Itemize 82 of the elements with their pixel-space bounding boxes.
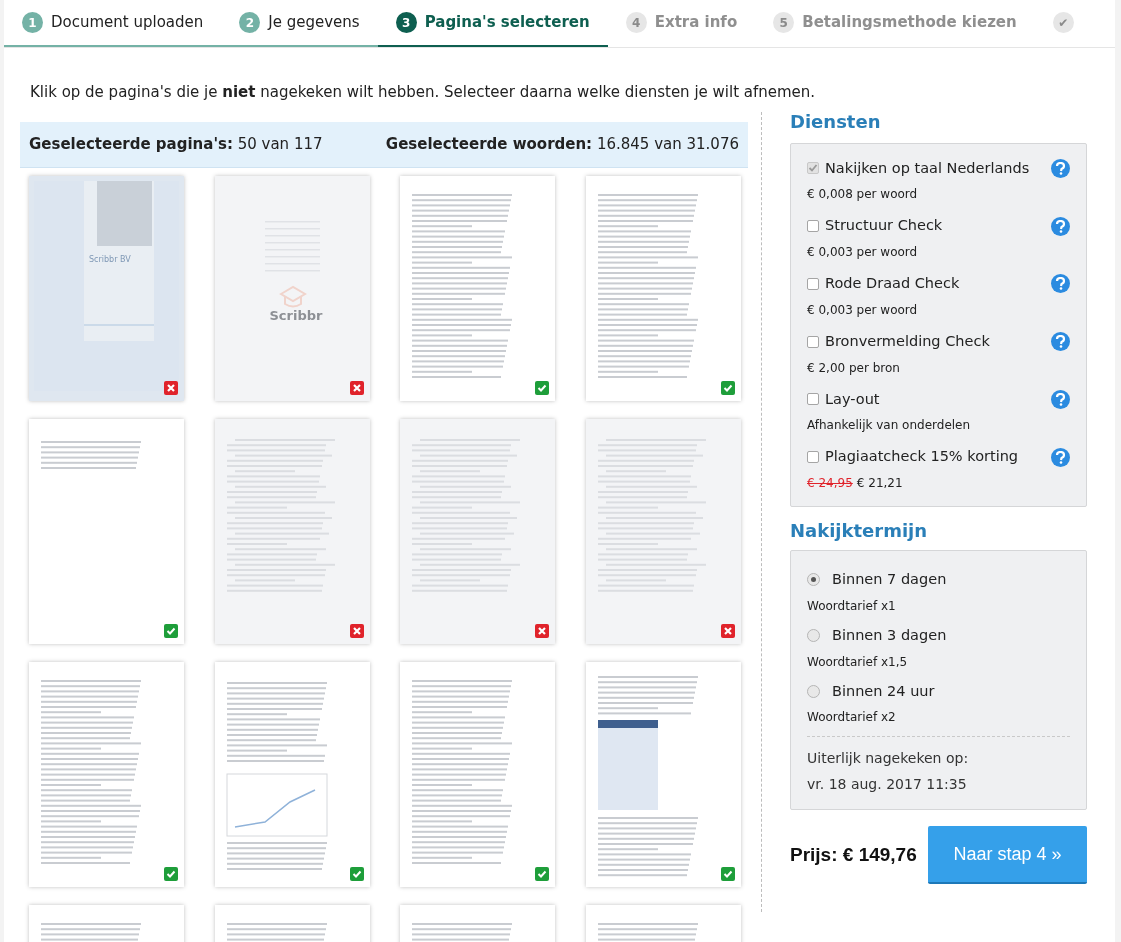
step-label: Je gegevens xyxy=(268,12,360,34)
close-icon[interactable] xyxy=(535,623,549,638)
close-icon[interactable] xyxy=(349,380,364,395)
services-heading: Diensten xyxy=(790,109,882,134)
page-title: Scribbr xyxy=(269,306,323,325)
deadline-date: vr. 18 aug. 2017 11:35 xyxy=(807,775,968,795)
step-label: Extra info xyxy=(654,12,738,34)
checkbox[interactable] xyxy=(807,393,819,406)
page-thumbnail[interactable] xyxy=(400,661,555,887)
service-price: € 0,003 per woord xyxy=(807,301,918,319)
service-label: Lay-out xyxy=(825,389,880,409)
service-label: Nakijken op taal Nederlands xyxy=(825,158,1030,178)
page-title: Scribbr BV xyxy=(89,253,131,266)
instruction-text: Klik op de pagina's die je niet nagekeken wilt hebben. Selecteer daarna welke diensten je wilt afnemen. xyxy=(29,82,817,103)
checkbox[interactable] xyxy=(807,335,819,348)
service-label: Structuur Check xyxy=(825,216,943,236)
page-thumbnail[interactable]: Scribbr xyxy=(214,175,370,401)
old-price: € 24,95 xyxy=(807,475,853,492)
word-rate: Woordtarief x1,5 xyxy=(807,653,909,671)
close-icon[interactable] xyxy=(164,380,178,395)
total-price: Prijs: € 149,76 xyxy=(790,843,917,867)
help-icon[interactable] xyxy=(1051,158,1070,178)
page-thumbnail[interactable] xyxy=(585,418,741,644)
service-price: € 0,008 per woord xyxy=(807,186,918,204)
page-thumbnail[interactable] xyxy=(29,661,184,887)
check-icon[interactable] xyxy=(164,866,178,881)
step-tab[interactable]: 2 Je gegevens xyxy=(221,0,378,47)
step-number: 1 xyxy=(22,12,43,33)
term-option-label: Binnen 7 dagen xyxy=(832,570,947,589)
check-icon[interactable] xyxy=(164,623,178,638)
close-icon[interactable] xyxy=(349,623,364,638)
step-label: Betalingsmethode kiezen xyxy=(802,12,1017,34)
step-number: ✔ xyxy=(1052,12,1074,33)
step-label: Document uploaden xyxy=(51,12,204,34)
service-price: € 0,003 per woord xyxy=(807,244,918,261)
help-icon[interactable] xyxy=(1051,216,1070,236)
deadline-label: Uiterlijk nagekeken op: xyxy=(807,749,970,769)
check-icon[interactable] xyxy=(349,866,364,881)
page-thumbnail[interactable] xyxy=(214,661,370,887)
selected-pages-text: Geselecteerde pagina's: 50 van 117 xyxy=(29,133,323,155)
step-number: 5 xyxy=(773,12,795,33)
checkbox[interactable] xyxy=(807,220,819,233)
help-icon[interactable] xyxy=(1051,447,1070,467)
page-thumbnail[interactable] xyxy=(585,661,741,887)
check-icon[interactable] xyxy=(535,866,549,881)
help-icon[interactable] xyxy=(1051,332,1070,352)
term-option-label: Binnen 24 uur xyxy=(832,681,935,701)
service-price: € 2,00 per bron xyxy=(807,359,900,377)
check-icon[interactable] xyxy=(720,380,735,395)
help-icon[interactable] xyxy=(1051,389,1070,409)
service-price: € 21,21 xyxy=(856,475,903,492)
check-icon[interactable] xyxy=(720,866,735,881)
page-thumbnail[interactable] xyxy=(585,175,741,401)
term-option-label: Binnen 3 dagen xyxy=(832,625,947,645)
service-label: Bronvermelding Check xyxy=(825,331,990,351)
page-thumbnail[interactable] xyxy=(29,418,184,644)
page-thumbnail[interactable]: Scribbr BV xyxy=(29,175,184,401)
step-number: 3 xyxy=(395,12,417,33)
step-number: 4 xyxy=(625,12,647,33)
radio-button[interactable] xyxy=(807,684,820,698)
term-heading: Nakijktermijn xyxy=(790,519,929,543)
step-tab[interactable]: 3 Pagina's selecteren xyxy=(377,0,608,47)
help-icon[interactable] xyxy=(1051,274,1070,294)
radio-button[interactable] xyxy=(807,573,820,587)
step-label: Pagina's selecteren xyxy=(424,12,590,34)
word-rate: Woordtarief x2 xyxy=(807,709,897,727)
page-thumbnail[interactable] xyxy=(400,418,555,644)
radio-button[interactable] xyxy=(807,629,820,643)
checkbox[interactable] xyxy=(807,277,819,290)
service-label: Rode Draad Check xyxy=(825,274,960,293)
page-thumbnail[interactable] xyxy=(214,418,370,644)
next-step-button[interactable]: Naar stap 4 » xyxy=(928,826,1087,885)
check-icon[interactable] xyxy=(535,380,549,395)
page-thumbnail[interactable] xyxy=(400,175,555,401)
close-icon[interactable] xyxy=(720,623,735,638)
step-tab[interactable]: 1 Document uploaden xyxy=(4,0,222,47)
service-label: Plagiaatcheck 15% korting xyxy=(825,447,1019,467)
service-price: Afhankelijk van onderdelen xyxy=(807,417,971,435)
selected-words-text: Geselecteerde woorden: 16.845 van 31.076 xyxy=(385,133,739,155)
word-rate: Woordtarief x1 xyxy=(807,597,897,615)
checkbox[interactable] xyxy=(807,451,819,464)
step-number: 2 xyxy=(239,12,261,33)
